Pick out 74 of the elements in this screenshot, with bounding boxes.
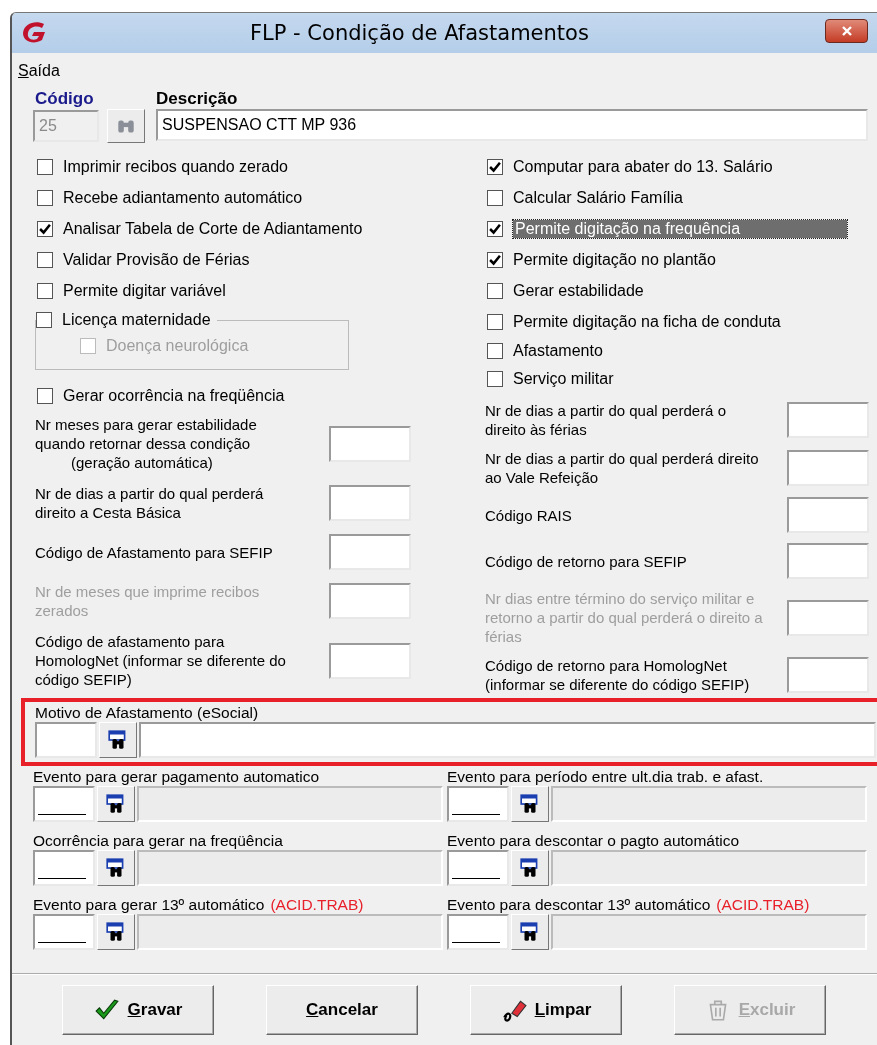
checkbox-option[interactable]: Permite digitar variável bbox=[37, 275, 477, 306]
note-label: (ACID.TRAB) bbox=[716, 896, 810, 914]
action-button[interactable]: Limpar bbox=[470, 985, 622, 1035]
menu-item[interactable]: Saída bbox=[14, 62, 64, 80]
search-button[interactable] bbox=[511, 850, 549, 886]
field-label: Código de Afastamento para SEFIP bbox=[35, 542, 274, 562]
field-label: Motivo de Afastamento (eSocial) bbox=[35, 704, 259, 721]
note-label: (ACID.TRAB) bbox=[270, 896, 364, 914]
number-field[interactable] bbox=[329, 642, 411, 679]
checkbox-option[interactable]: Recebe adiantamento automático bbox=[37, 182, 477, 213]
search-button[interactable] bbox=[97, 786, 135, 822]
number-field[interactable] bbox=[787, 402, 869, 438]
checkbox-option[interactable]: Imprimir recibos quando zerado bbox=[37, 151, 477, 182]
number-field[interactable] bbox=[329, 485, 411, 521]
field-label: Nr de dias a partir do qual perderá direito a Cesta Básica bbox=[35, 484, 265, 522]
checkbox-option[interactable]: Afastamento bbox=[487, 337, 877, 365]
checkbox-option[interactable]: Gerar ocorrência na freqüência bbox=[37, 380, 477, 411]
number-field[interactable] bbox=[329, 425, 411, 462]
field-label: Evento para gerar pagamento automatico bbox=[33, 768, 320, 786]
field-label: Evento para descontar 13º automático bbox=[447, 896, 711, 914]
code-field[interactable] bbox=[33, 786, 95, 822]
description-field[interactable] bbox=[139, 722, 876, 758]
field-label: Ocorrência para gerar na freqüência bbox=[33, 832, 283, 850]
code-field[interactable] bbox=[447, 850, 509, 886]
checkbox-option[interactable]: Permite digitação na ficha de conduta bbox=[487, 306, 877, 337]
number-field[interactable] bbox=[329, 534, 411, 570]
checkmark-icon bbox=[488, 252, 502, 267]
close-icon bbox=[839, 25, 854, 37]
number-field[interactable] bbox=[787, 497, 869, 533]
action-button[interactable]: Gravar bbox=[62, 985, 214, 1035]
field-label: Código de retorno para HomologNet (informar se diferente do código SEFIP) bbox=[485, 656, 751, 694]
checkbox-option[interactable]: Computar para abater do 13. Salário bbox=[487, 151, 877, 182]
close-button[interactable] bbox=[825, 19, 868, 43]
checkmark-icon bbox=[38, 221, 52, 236]
checkmark-icon bbox=[93, 998, 120, 1022]
search-button[interactable] bbox=[97, 850, 135, 886]
code-field[interactable] bbox=[35, 722, 97, 758]
number-field[interactable] bbox=[787, 450, 869, 486]
number-field[interactable] bbox=[787, 657, 869, 693]
code-field[interactable] bbox=[447, 914, 509, 950]
checkbox-option[interactable]: Analisar Tabela de Corte de Adiantamento bbox=[37, 213, 477, 244]
code-field[interactable] bbox=[33, 850, 95, 886]
field-label: Nr de dias a partir do qual perderá o direito às férias bbox=[485, 401, 727, 439]
checkbox-option[interactable]: Gerar estabilidade bbox=[487, 275, 877, 306]
field-label: Descrição bbox=[156, 89, 239, 109]
field-label: Nr dias entre término do serviço militar e retorno a partir do qual perderá o direito a férias bbox=[485, 589, 764, 646]
field-label: Código RAIS bbox=[485, 505, 573, 525]
field-label: Evento para período entre ult.dia trab. e afast. bbox=[447, 768, 764, 786]
checkbox-option[interactable]: Validar Provisão de Férias bbox=[37, 244, 477, 275]
checkmark-icon bbox=[488, 159, 502, 174]
number-field[interactable] bbox=[787, 599, 869, 636]
search-button[interactable] bbox=[511, 786, 549, 822]
description-field[interactable]: SUSPENSAO CTT MP 936 bbox=[156, 109, 868, 141]
code-field[interactable] bbox=[447, 786, 509, 822]
field-label: Nr de meses que imprime recibos zerados bbox=[35, 582, 261, 620]
search-button[interactable] bbox=[511, 914, 549, 950]
checkbox-option[interactable]: Calcular Salário Família bbox=[487, 182, 877, 213]
checkbox-option[interactable]: Permite digitação no plantão bbox=[487, 244, 877, 275]
field-label: Nr de dias a partir do qual perderá direito ao Vale Refeição bbox=[485, 449, 760, 487]
search-button[interactable] bbox=[99, 722, 137, 758]
number-field[interactable] bbox=[329, 583, 411, 619]
action-button[interactable]: Cancelar bbox=[266, 985, 418, 1035]
field-label: Evento para gerar 13º automático bbox=[33, 896, 265, 914]
field-label: Código bbox=[35, 89, 95, 109]
field-label: Código de retorno para SEFIP bbox=[485, 551, 688, 571]
field-label: Código de afastamento para HomologNet (informar se diferente do código SEFIP) bbox=[35, 632, 287, 689]
code-field[interactable] bbox=[33, 914, 95, 950]
window-title: FLP - Condição de Afastamentos bbox=[250, 21, 589, 45]
number-field[interactable] bbox=[787, 543, 869, 579]
field-label: Nr meses para gerar estabilidade quando retornar dessa condição (geração automática) bbox=[35, 415, 258, 472]
checkbox-option[interactable]: Serviço militar bbox=[487, 365, 877, 393]
checkmark-icon bbox=[488, 221, 502, 236]
search-button[interactable] bbox=[97, 914, 135, 950]
field-label: Evento para descontar o pagto automático bbox=[447, 832, 740, 850]
